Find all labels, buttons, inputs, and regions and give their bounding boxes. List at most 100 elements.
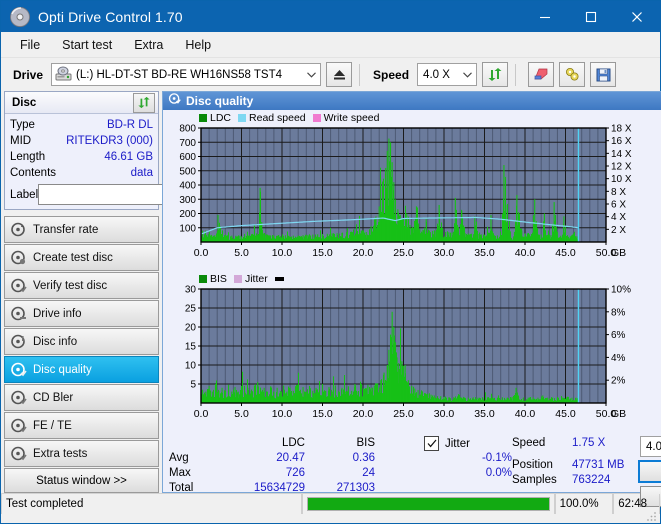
disc-extra-icon [10,445,27,462]
tools-button[interactable] [559,62,586,87]
svg-text:0.0: 0.0 [194,247,209,259]
legend-jitter: Jitter [233,272,268,285]
disc-box-title: Disc [12,96,37,109]
menu-extra[interactable]: Extra [124,35,173,55]
left-panel: Disc Type BD-R DL MID RITEKDR3 (000) Len… [4,91,243,493]
eraser-button[interactable] [528,62,555,87]
sidebar-item-verify-test-disc[interactable]: Verify test disc [4,272,159,299]
save-button[interactable] [590,62,617,87]
legend-bottom-chart: BIS Jitter [165,272,661,285]
svg-text:40.0: 40.0 [515,408,536,420]
sidebar-item-drive-info[interactable]: Drive info [4,300,159,327]
status-bar: Test completed 100.0% 62:48 [1,493,660,514]
toolbar: Drive (L:) HL-DT-ST BD-RE WH16NS58 TST4 … [1,58,660,91]
legend-ldc: LDC [199,112,231,124]
sidebar-item-disc-info[interactable]: Disc info [4,328,159,355]
disc-value-contents: data [130,167,153,179]
svg-text:15.0: 15.0 [312,247,333,259]
drive-label: Drive [13,67,44,82]
svg-text:2%: 2% [611,376,626,387]
menu-help[interactable]: Help [175,35,221,55]
svg-text:GB: GB [611,247,626,259]
disc-value-mid: RITEKDR3 (000) [66,135,153,147]
legend-label: Write speed [323,111,380,124]
sidebar-item-transfer-rate[interactable]: Transfer rate [4,216,159,243]
status-message: Test completed [1,494,302,514]
svg-text:18 X: 18 X [611,124,632,135]
menu-bar: File Start test Extra Help [1,32,660,58]
svg-text:20.0: 20.0 [353,408,374,420]
status-window-button[interactable]: Status window >> [4,468,159,493]
panel-header: Disc quality [163,92,661,110]
panel-title: Disc quality [186,94,254,108]
disc-row-contents: Contents data [10,165,153,181]
svg-text:8 X: 8 X [611,187,626,198]
progress-bar-cell [301,494,555,514]
svg-text:400: 400 [179,181,196,192]
resize-grip[interactable] [646,509,658,521]
stats-label-avg: Avg [169,452,189,464]
position-value: 47731 MB [572,459,625,471]
svg-text:500: 500 [179,166,196,177]
sidebar-item-fe-te[interactable]: FE / TE [4,412,159,439]
legend-read-speed: Read speed [238,112,306,124]
speed-value: 4.0 X [423,68,450,81]
sidebar-item-extra-tests[interactable]: Extra tests [4,440,159,467]
chevron-down-icon[interactable] [459,64,476,85]
svg-text:45.0: 45.0 [555,408,576,420]
svg-text:4 X: 4 X [611,212,626,223]
svg-text:25.0: 25.0 [393,408,414,420]
sidebar-item-disc-quality[interactable]: Disc quality [4,356,159,383]
disc-key-type: Type [10,119,35,131]
start-full-button[interactable]: Start full [638,460,661,483]
legend-top-chart: LDC Read speed Write speed [165,111,661,124]
svg-text:300: 300 [179,195,196,206]
svg-text:700: 700 [179,138,196,149]
disc-label-row: Label [10,184,243,205]
window-title: Opti Drive Control 1.70 [38,8,183,25]
eject-button[interactable] [326,62,353,87]
disc-quality-panel: Disc quality LDC Read speed Write speed … [162,91,661,507]
svg-text:5.0: 5.0 [234,408,249,420]
ldc-chart[interactable]: 100 200 300 400 500 600 700 800 2 X 4 X6 X 8 X 10 X… [165,124,661,271]
svg-text:100: 100 [179,223,196,234]
chevron-down-icon[interactable] [303,64,320,85]
svg-text:4%: 4% [611,353,626,364]
sidebar-label: Disc info [33,335,78,348]
sidebar-item-cd-bler[interactable]: CD Bler [4,384,159,411]
svg-text:GB: GB [611,408,626,420]
legend-bis: BIS [199,273,227,285]
disc-row-length: Length 46.61 GB [10,149,153,165]
legend-swatch-jitter [233,274,242,283]
jitter-checkbox-row[interactable]: Jitter [424,436,512,451]
disc-key-mid: MID [10,135,32,147]
maximize-icon[interactable] [568,1,614,32]
speed-select[interactable]: 4.0 X [417,63,478,86]
jitter-checkbox[interactable] [424,436,439,451]
legend-label: BIS [210,272,227,285]
disc-label-key: Label [10,188,39,201]
bis-chart[interactable]: 5 10 15 20 25 30 2% 4% 6% 8% 10% 0.0 5.0 10.0 15.0 20.0… [165,285,661,432]
svg-text:10: 10 [185,361,197,372]
legend-label: Jitter [244,272,268,285]
sidebar-item-create-test-disc[interactable]: Create test disc [4,244,159,271]
test-speed-select[interactable]: 4.0 X [640,436,661,457]
svg-text:14 X: 14 X [611,149,632,160]
disc-refresh-button[interactable] [133,92,155,113]
menu-file[interactable]: File [10,35,50,55]
disc-transfer-icon [10,221,27,238]
drive-select[interactable]: (L:) HL-DT-ST BD-RE WH16NS58 TST4 [51,63,322,86]
svg-text:30: 30 [185,285,197,296]
disc-info-box: Disc Type BD-R DL MID RITEKDR3 (000) Len… [4,91,243,210]
stats-max-ldc: 726 [285,467,305,479]
close-icon[interactable] [614,1,660,32]
sidebar-label: Transfer rate [33,223,99,236]
refresh-button[interactable] [482,62,509,87]
svg-text:200: 200 [179,209,196,220]
minimize-icon[interactable] [522,1,568,32]
menu-start-test[interactable]: Start test [52,35,122,55]
svg-text:35.0: 35.0 [474,408,495,420]
svg-text:5.0: 5.0 [234,247,249,259]
toolbar-separator [359,63,361,86]
sidebar-label: Create test disc [33,251,113,264]
